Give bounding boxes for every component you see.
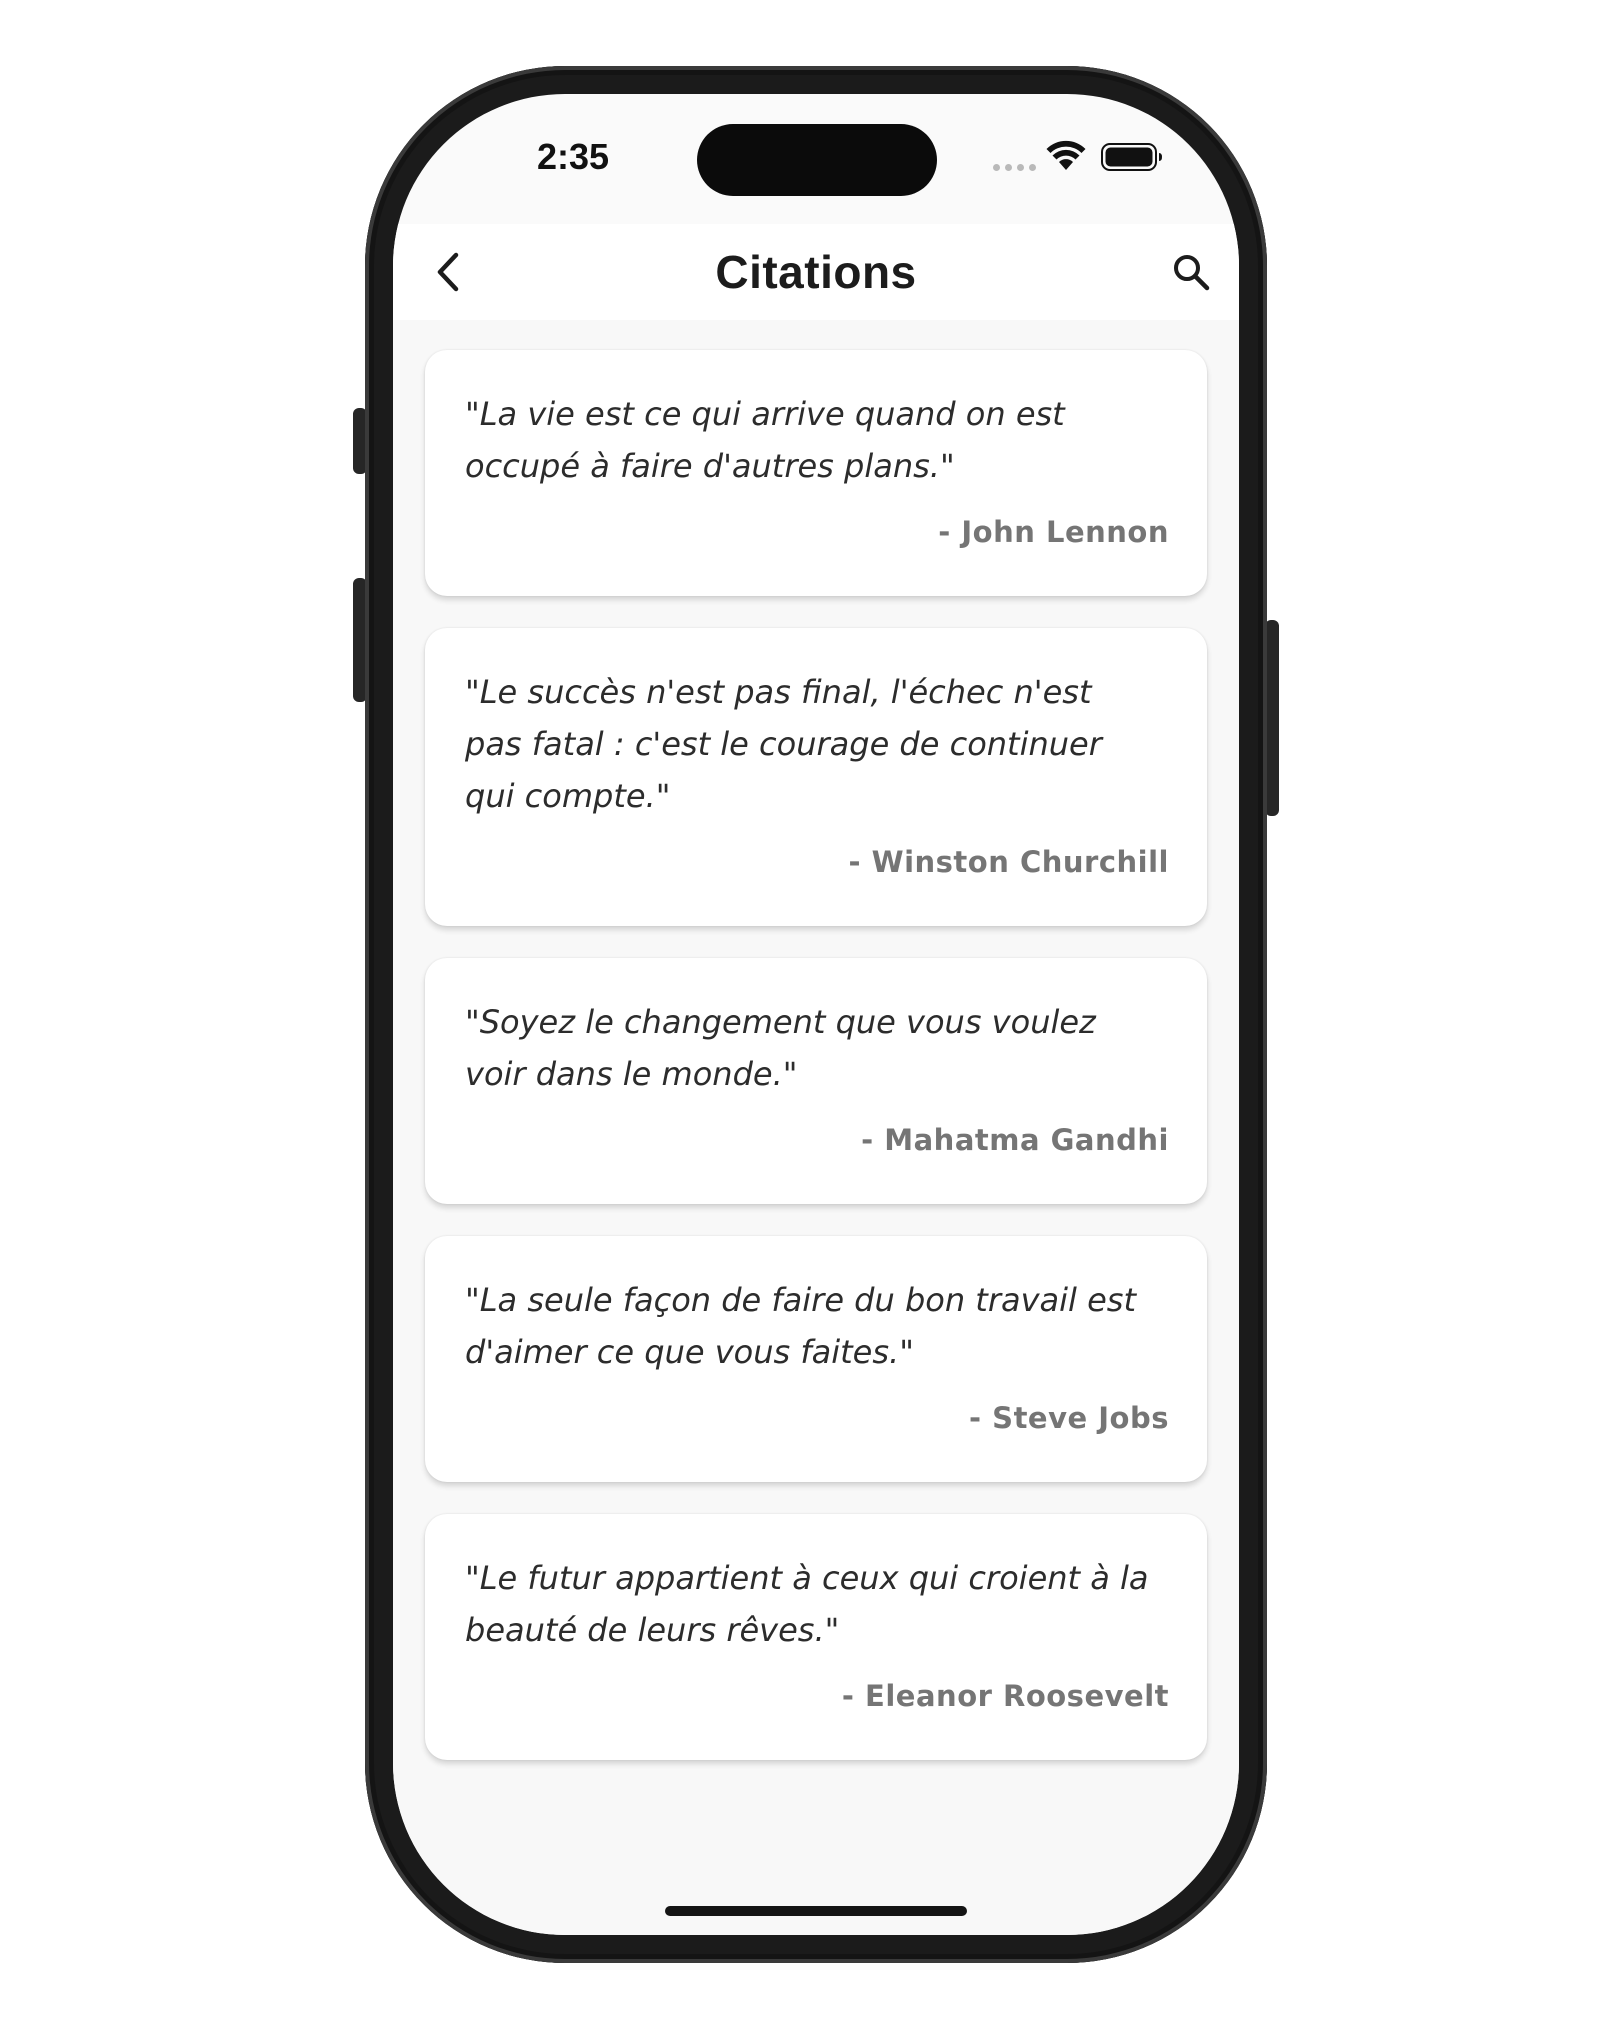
quote-card[interactable]: "La vie est ce qui arrive quand on est o… bbox=[425, 350, 1207, 596]
quote-card[interactable]: "La seule façon de faire du bon travail … bbox=[425, 1236, 1207, 1482]
home-indicator[interactable] bbox=[665, 1906, 967, 1916]
battery-icon bbox=[1101, 143, 1162, 171]
quote-text: "Le succès n'est pas final, l'échec n'es… bbox=[465, 673, 1102, 815]
dynamic-island bbox=[697, 124, 937, 196]
quotes-list: "La vie est ce qui arrive quand on est o… bbox=[393, 320, 1239, 1935]
quote-text: "Le futur appartient à ceux qui croient … bbox=[465, 1559, 1149, 1649]
app-bar: Citations bbox=[393, 224, 1239, 320]
quote-text: "La vie est ce qui arrive quand on est o… bbox=[465, 395, 1065, 485]
status-time: 2:35 bbox=[536, 136, 610, 177]
search-icon bbox=[1174, 255, 1210, 291]
quote-author: - Steve Jobs bbox=[969, 1401, 1169, 1435]
back-button[interactable] bbox=[419, 242, 479, 302]
phone-screen: 2:35 Citations "La vie est ce qui arrive… bbox=[393, 94, 1239, 1935]
cellular-signal-icon bbox=[993, 164, 1036, 171]
quote-author: - Eleanor Roosevelt bbox=[841, 1679, 1169, 1713]
quote-author: - John Lennon bbox=[938, 515, 1169, 549]
quote-card[interactable]: "Soyez le changement que vous voulez voi… bbox=[425, 958, 1207, 1204]
device-mockup: 2:35 Citations "La vie est ce qui arrive… bbox=[0, 0, 1620, 2025]
wifi-icon bbox=[1046, 140, 1086, 170]
quote-text: "La seule façon de faire du bon travail … bbox=[465, 1281, 1136, 1371]
power-button bbox=[1265, 620, 1279, 816]
status-bar: 2:35 bbox=[393, 94, 1239, 224]
chevron-left-icon bbox=[437, 252, 459, 292]
quote-author: - Mahatma Gandhi bbox=[861, 1123, 1169, 1157]
page-title: Citations bbox=[715, 246, 917, 298]
quote-card[interactable]: "Le futur appartient à ceux qui croient … bbox=[425, 1514, 1207, 1760]
quote-author: - Winston Churchill bbox=[848, 845, 1169, 879]
quote-text: "Soyez le changement que vous voulez voi… bbox=[465, 1003, 1096, 1093]
quote-card[interactable]: "Le succès n'est pas final, l'échec n'es… bbox=[425, 628, 1207, 926]
search-button[interactable] bbox=[1163, 244, 1219, 300]
